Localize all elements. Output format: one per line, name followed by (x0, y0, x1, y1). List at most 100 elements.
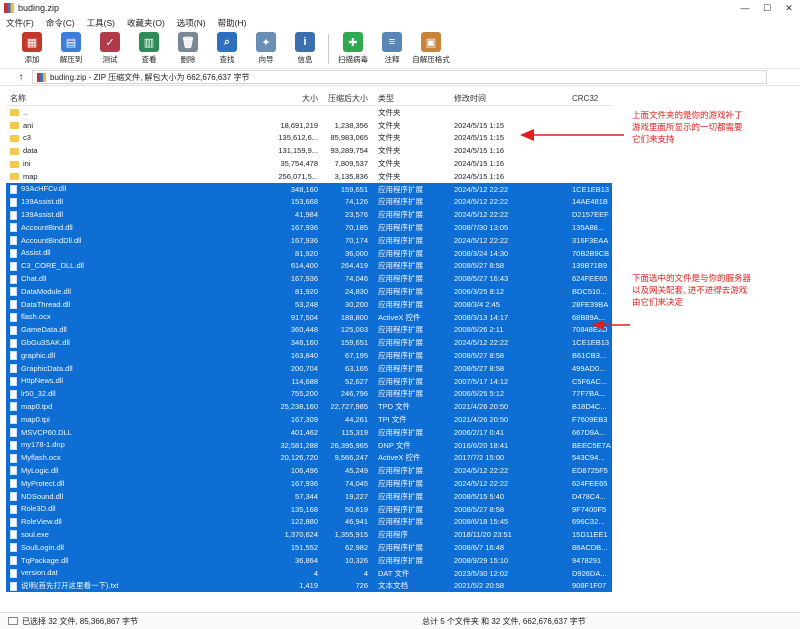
column-header-type[interactable]: 类型 (372, 93, 448, 104)
file-type-cell: 应用程序扩展 (378, 210, 423, 220)
file-row[interactable]: MSVCP60.DLL 401,462 115,319 应用程序扩展 2006/2/17… (6, 425, 612, 439)
file-name-text: 139Assist.dll (21, 210, 64, 220)
file-row[interactable]: AccountBindDll.dll 167,936 70,174 应用程序扩展 202… (6, 233, 612, 247)
file-name-text: GraphicData.dll (21, 363, 73, 373)
file-row[interactable]: GameData.dll 360,448 125,003 应用程序扩展 2008/5/2… (6, 323, 612, 337)
maximize-button[interactable]: ☐ (756, 3, 778, 14)
file-name-text: map0.tpd (21, 401, 53, 411)
file-icon (10, 492, 17, 502)
file-row[interactable]: MyLogic.dll 106,496 45,249 应用程序扩展 2024/5/12 … (6, 464, 612, 478)
toolbar-button[interactable]: ⌕ 查找 (209, 32, 245, 65)
menu-item[interactable]: 工具(S) (87, 17, 115, 29)
file-name-text: AccountBindDll.dll (21, 235, 82, 245)
file-row[interactable]: GbGu3SAK.dll 348,160 159,651 应用程序扩展 2024/5/1… (6, 336, 612, 350)
menu-item[interactable]: 文件(F) (6, 17, 34, 29)
file-row[interactable]: Assist.dll 81,920 36,000 应用程序扩展 2008/3/24 14… (6, 246, 612, 260)
up-arrow-icon[interactable]: ↑ (10, 72, 32, 83)
file-row[interactable]: version.dat 4 4 DAT 文件 2023/5/30 12:02 D926DA… (6, 566, 612, 580)
minimize-button[interactable]: — (734, 3, 756, 14)
file-row[interactable]: MyProtect.dll 167,936 74,045 应用程序扩展 2024/5/1… (6, 477, 612, 490)
file-packed-cell: 23,576 (345, 210, 368, 220)
file-icon (10, 568, 17, 578)
file-row[interactable]: SoulLogin.dll 151,552 62,982 应用程序扩展 2008/6/7… (6, 541, 612, 554)
address-field[interactable]: buding.zip - ZIP 压缩文件, 解包大小为 662,676,637… (32, 70, 767, 84)
file-row[interactable]: ini 35,754,478 7,809,537 文件夹 2024/5/15 1:16 (6, 157, 612, 170)
file-row[interactable]: Role3D.dll 135,168 50,619 应用程序扩展 2008/5/27 8… (6, 502, 612, 516)
file-row[interactable]: C3_CORE_DLL.dll 614,400 264,419 应用程序扩展 2008/… (6, 259, 612, 273)
folder-icon (10, 147, 19, 155)
toolbar-button[interactable]: ▦ 添加 (14, 32, 50, 65)
file-name-text: flash.ocx (21, 312, 51, 322)
file-size-cell: 200,704 (290, 363, 318, 373)
file-size-cell: 81,920 (295, 287, 318, 297)
file-modified-cell: 2008/9/29 15:10 (454, 555, 509, 565)
toolbar-button[interactable]: ✚ 扫描病毒 (335, 32, 371, 65)
file-row[interactable]: GraphicData.dll 200,704 63,165 应用程序扩展 2008/5… (6, 361, 612, 375)
window-controls: — ☐ ✕ (734, 3, 800, 14)
column-header-crc[interactable]: CRC32 (568, 94, 612, 103)
file-row[interactable]: RoleView.dll 122,880 46,941 应用程序扩展 2008/6/18… (6, 515, 612, 529)
file-type-cell: 应用程序扩展 (378, 517, 423, 527)
file-crc-cell: 15D11EE1 (572, 530, 608, 540)
file-modified-cell: 2017/7/2 15:00 (454, 453, 505, 463)
file-modified-cell: 2024/5/15 1:16 (454, 159, 505, 169)
file-row[interactable]: Myflash.ocx 20,126,720 9,566,247 ActiveX 控件… (6, 451, 612, 465)
toolbar-button[interactable]: ▣ 自解压格式 (412, 32, 450, 65)
status-bar: 已选择 32 文件, 85,366,867 字节 总计 5 个文件夹 和 32 … (0, 612, 800, 629)
toolbar-button[interactable]: ✓ 测试 (92, 32, 128, 65)
menu-item[interactable]: 帮助(H) (218, 17, 247, 29)
file-row[interactable]: DataModule.dll 81,920 24,830 应用程序扩展 2006/3/2… (6, 285, 612, 298)
column-header-name[interactable]: 名称 (6, 93, 272, 104)
file-row[interactable]: 139Assist.dll 153,668 74,126 应用程序扩展 2024/5/1… (6, 195, 612, 209)
file-icon (10, 453, 17, 463)
file-row[interactable]: AccountBind.dll 167,936 70,185 应用程序扩展 2008/7… (6, 221, 612, 234)
file-row[interactable]: map 256,071,5... 3,135,836 文件夹 2024/5/15 1:1… (6, 170, 612, 183)
file-row[interactable]: TqPackage.dll 36,864 10,326 应用程序扩展 2008/9/29… (6, 553, 612, 567)
menu-item[interactable]: 命令(C) (46, 17, 75, 29)
file-row[interactable]: 93AcHFCv.dll 348,160 159,651 应用程序扩展 2024/5/1… (6, 182, 612, 196)
toolbar-button[interactable]: i 信息 (287, 32, 323, 65)
file-type-cell: 应用程序扩展 (378, 363, 423, 373)
toolbar-button[interactable]: 🗑 删除 (170, 32, 206, 65)
close-button[interactable]: ✕ (778, 3, 800, 14)
file-name-cell: NDSound.dll (6, 492, 272, 502)
toolbar: ▦ 添加 ▤ 解压到 ✓ 测试 ▥ 查看 🗑 删除 ⌕ 查找 ✦ 向导 i 信息 ✚ 扫描病毒 ≡ 注释 ▣ 自解压格式 (0, 30, 800, 68)
file-packed-cell: 62,982 (345, 542, 368, 552)
menu-item[interactable]: 收藏夹(O) (127, 17, 165, 29)
column-header-packed[interactable]: 压缩后大小 (322, 93, 372, 104)
file-packed-cell: 19,227 (345, 491, 368, 501)
file-row[interactable]: 139Assist.dll 41,984 23,576 应用程序扩展 2024/5/12… (6, 208, 612, 222)
file-row[interactable]: NDSound.dll 57,344 19,227 应用程序扩展 2008/5/15 5… (6, 489, 612, 503)
file-row[interactable]: 说明(首先打开这里看一下).txt 1,419 726 文本文档 2021/5/2 20… (6, 579, 612, 593)
file-row[interactable]: flash.ocx 917,504 188,800 ActiveX 控件 2008/3/… (6, 310, 612, 324)
toolbar-button[interactable]: ≡ 注释 (374, 32, 410, 65)
file-icon (10, 197, 17, 207)
file-type-cell: 应用程序扩展 (378, 223, 423, 233)
toolbar-button[interactable]: ▤ 解压到 (53, 32, 89, 65)
file-row[interactable]: my178-1.dnp 32,581,288 26,395,965 DNP 文件 201… (6, 438, 612, 452)
file-row[interactable]: soul.exe 1,370,624 1,355,915 应用程序 2018/11/20… (6, 528, 612, 542)
file-name-text: GbGu3SAK.dll (21, 337, 70, 347)
file-row[interactable]: graphic.dll 163,840 67,195 应用程序扩展 2008/5/27 … (6, 349, 612, 362)
column-header-modified[interactable]: 修改时间 (448, 93, 568, 104)
menu-item[interactable]: 选项(N) (177, 17, 206, 29)
toolbar-button[interactable]: ▥ 查看 (131, 32, 167, 65)
file-name-cell: 139Assist.dll (6, 210, 272, 220)
file-row[interactable]: Chat.dll 167,936 74,046 应用程序扩展 2008/5/27 16:… (6, 272, 612, 286)
annotation-arrow-top (520, 129, 624, 141)
file-row[interactable]: HttpNews.dll 114,688 52,627 应用程序扩展 2007/5/17… (6, 374, 612, 388)
file-row[interactable]: .. 文件夹 (6, 106, 612, 119)
file-packed-cell: 52,627 (345, 376, 368, 386)
file-name-text: version.dat (21, 568, 58, 578)
file-crc-cell: D926DA... (572, 568, 607, 578)
column-header-size[interactable]: 大小 (272, 93, 322, 104)
toolbar-button[interactable]: ✦ 向导 (248, 32, 284, 65)
file-row[interactable]: map0.tpi 167,309 44,261 TPI 文件 2021/4/26 20:… (6, 413, 612, 426)
file-type-cell: 应用程序扩展 (378, 261, 423, 271)
file-row[interactable]: lr50_32.dll 755,200 246,796 应用程序扩展 2006/5/25… (6, 387, 612, 401)
file-size-cell: 360,448 (290, 325, 318, 335)
file-row[interactable]: DataThread.dll 53,248 30,200 应用程序扩展 2008/3/4… (6, 297, 612, 311)
file-row[interactable]: map0.tpd 25,238,160 22,727,985 TPD 文件 2021/4… (6, 400, 612, 414)
file-row[interactable]: data 131,159,9... 93,289,754 文件夹 2024/5/15 1… (6, 144, 612, 157)
file-size-cell: 153,668 (290, 197, 318, 207)
